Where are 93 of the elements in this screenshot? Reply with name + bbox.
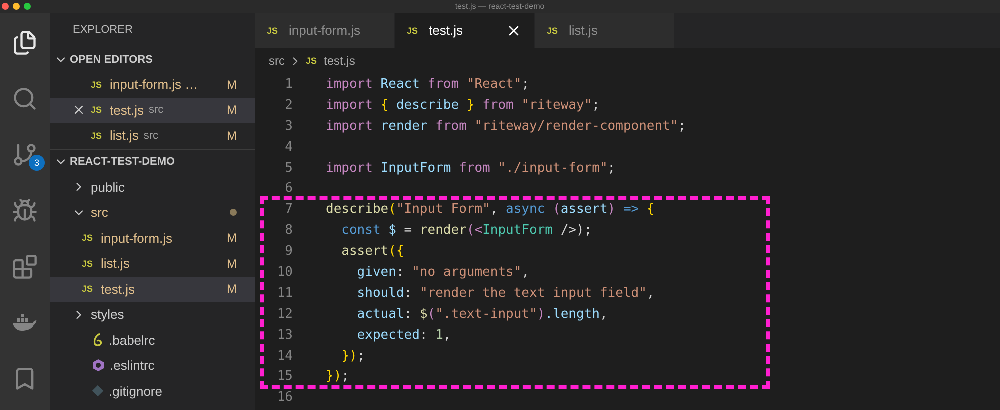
js-file-icon: JS bbox=[91, 80, 105, 90]
line-number: 5 bbox=[284, 160, 293, 176]
editor-tab[interactable]: JS list.js bbox=[535, 13, 675, 48]
zoom-window-button[interactable] bbox=[24, 3, 31, 10]
code-line: describe("Input Form", async (assert) => { bbox=[326, 202, 655, 218]
minimize-window-button[interactable] bbox=[13, 3, 20, 10]
modified-status: M bbox=[227, 78, 237, 92]
sidebar-title: EXPLORER bbox=[72, 23, 134, 38]
code-line: }); bbox=[326, 369, 350, 384]
breadcrumb-item[interactable]: test.js bbox=[324, 54, 356, 68]
close-window-button[interactable] bbox=[2, 3, 9, 10]
line-number: 1 bbox=[284, 76, 293, 92]
editor-tab[interactable]: JS test.js bbox=[395, 13, 535, 48]
file-item[interactable]: .babelrc bbox=[50, 328, 255, 353]
js-file-icon: JS bbox=[82, 284, 96, 294]
file-name: test.js bbox=[101, 282, 135, 297]
file-name: test.js bbox=[110, 102, 144, 118]
code-line: import InputForm from "./input-form"; bbox=[326, 160, 616, 176]
code-line: import { describe } from "riteway"; bbox=[326, 98, 600, 113]
open-editor-item[interactable]: JS test.js src M bbox=[50, 98, 255, 123]
line-number: 10 bbox=[276, 264, 293, 280]
line-number: 13 bbox=[276, 328, 293, 343]
babel-file-icon bbox=[92, 333, 104, 348]
code-line: import React from "React"; bbox=[326, 76, 530, 92]
window-title: test.js — react-test-demo bbox=[455, 2, 545, 11]
bug-icon bbox=[12, 198, 38, 224]
line-number: 16 bbox=[276, 390, 293, 406]
line-number: 8 bbox=[284, 223, 293, 238]
modified-status: M bbox=[227, 282, 237, 296]
line-number: 6 bbox=[284, 181, 293, 196]
code-line: should: "render the text input field", bbox=[356, 286, 655, 301]
section-header[interactable]: OPEN EDITORS bbox=[50, 47, 255, 72]
file-name: .babelrc bbox=[109, 332, 156, 348]
file-name: .gitignore bbox=[109, 384, 162, 399]
js-file-icon: JS bbox=[82, 258, 96, 269]
modified-status: M bbox=[227, 128, 237, 143]
line-number: 7 bbox=[284, 202, 293, 218]
file-name: list.js bbox=[101, 256, 130, 272]
folder-name: public bbox=[91, 180, 125, 195]
activity-bar-button[interactable]: 3 bbox=[7, 137, 43, 173]
file-name: input-form.js … bbox=[110, 77, 198, 92]
folder-item[interactable]: styles bbox=[50, 302, 255, 328]
line-number: 11 bbox=[276, 286, 293, 301]
code-line: }); bbox=[340, 348, 366, 364]
file-folder: src bbox=[144, 130, 159, 142]
code-line: actual: $(".text-input").length, bbox=[356, 306, 608, 322]
modified-status: M bbox=[227, 256, 237, 271]
open-editor-item[interactable]: JS input-form.js … M bbox=[50, 72, 255, 98]
section-header[interactable]: REACT-TEST-DEMO bbox=[50, 150, 255, 174]
open-editor-item[interactable]: JS list.js src M bbox=[50, 123, 255, 148]
modified-status: M bbox=[227, 103, 237, 118]
whale-icon bbox=[12, 314, 38, 332]
branch-icon bbox=[12, 142, 38, 168]
modified-status: M bbox=[227, 231, 237, 246]
line-number: 4 bbox=[284, 140, 293, 155]
line-number: 3 bbox=[284, 118, 293, 134]
editor-tab[interactable]: JS input-form.js bbox=[255, 13, 395, 48]
files-icon bbox=[12, 30, 38, 56]
file-item[interactable]: JS input-form.js M bbox=[50, 226, 255, 251]
breadcrumb-item[interactable]: src bbox=[269, 54, 285, 68]
js-file-icon: JS bbox=[547, 26, 561, 36]
folder-name: styles bbox=[91, 307, 124, 322]
eslint-file-icon bbox=[92, 359, 105, 372]
file-item[interactable]: .eslintrc bbox=[50, 353, 255, 378]
code-line: assert({ bbox=[340, 244, 404, 260]
js-file-icon: JS bbox=[91, 105, 105, 116]
line-number: 15 bbox=[276, 369, 293, 384]
line-number: 9 bbox=[284, 244, 293, 260]
js-file-icon: JS bbox=[91, 130, 105, 141]
code-line: expected: 1, bbox=[356, 328, 452, 343]
folder-item[interactable]: public bbox=[50, 174, 255, 200]
line-number: 2 bbox=[284, 98, 293, 113]
file-item[interactable]: .gitignore bbox=[50, 378, 255, 404]
js-file-icon: JS bbox=[306, 56, 320, 66]
line-number: 14 bbox=[276, 348, 293, 364]
search-icon bbox=[12, 86, 38, 112]
folder-item[interactable]: src bbox=[50, 200, 255, 226]
folder-name: src bbox=[91, 205, 108, 220]
line-number: 12 bbox=[276, 306, 293, 322]
code-line: const $ = render(<InputForm />); bbox=[340, 223, 592, 238]
file-name: input-form.js bbox=[101, 230, 173, 246]
js-file-icon: JS bbox=[407, 26, 421, 36]
js-file-icon: JS bbox=[267, 26, 281, 36]
blocks-icon bbox=[12, 254, 38, 280]
code-line: given: "no arguments", bbox=[356, 264, 530, 280]
file-item[interactable]: JS test.js M bbox=[50, 276, 255, 302]
file-name: list.js bbox=[110, 128, 139, 144]
file-item[interactable]: JS list.js M bbox=[50, 251, 255, 276]
count-badge: 3 bbox=[29, 155, 45, 171]
file-name: .eslintrc bbox=[110, 358, 155, 374]
file-folder: src bbox=[148, 104, 164, 116]
js-file-icon: JS bbox=[82, 233, 96, 244]
code-line: import render from "riteway/render-component"; bbox=[326, 118, 686, 134]
